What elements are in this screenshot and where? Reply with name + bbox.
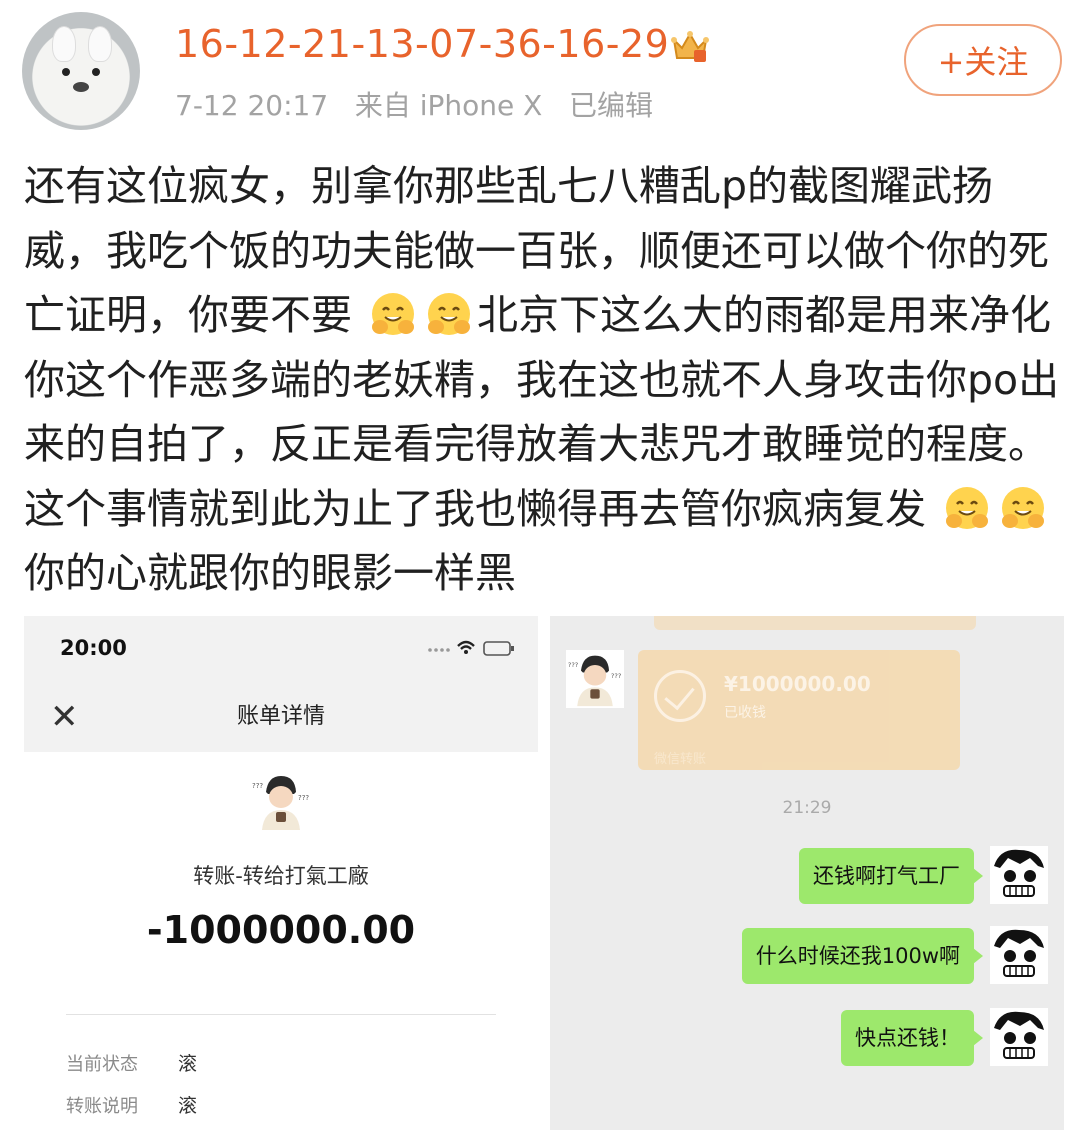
transfer-message-bubble[interactable]: ¥1000000.00 已收钱 微信转账 — [638, 650, 960, 770]
chat-message[interactable]: 快点还钱！ — [841, 1010, 983, 1066]
follow-button[interactable]: +关注 — [904, 24, 1062, 96]
check-mark — [664, 678, 695, 711]
transfer-status: 已收钱 — [724, 705, 766, 721]
grin-hands-emoji-icon — [1002, 486, 1045, 529]
chat-timestamp: 21:29 — [782, 798, 832, 818]
payee-avatar: ??? ??? — [250, 770, 312, 832]
post-source: 来自 iPhone X — [354, 89, 543, 122]
transfer-amount: ¥1000000.00 — [724, 672, 871, 696]
alpaca-ear-left — [52, 26, 76, 62]
previous-message-edge — [654, 616, 976, 630]
my-avatar — [990, 926, 1048, 984]
transfer-description: 转账-转给打氣工廠 — [193, 864, 369, 888]
grin-hands-emoji-icon — [372, 293, 415, 335]
friend-avatar: ??? ??? — [566, 650, 624, 708]
note-value: 滚 — [178, 1095, 198, 1117]
status-label: 当前状态 — [66, 1054, 138, 1075]
username[interactable]: 16-12-21-13-07-36-16-29 — [175, 22, 669, 66]
transfer-amount: -1000000.00 — [146, 908, 416, 952]
svg-text:???: ??? — [298, 794, 309, 802]
grin-hands-emoji-icon — [946, 486, 989, 529]
my-avatar — [990, 846, 1048, 904]
post-meta: 7-12 20:17 来自 iPhone X 已编辑 — [175, 84, 653, 124]
svg-text:???: ??? — [568, 661, 579, 669]
bill-screenshot-image[interactable]: 20:00 账单详情 ✕ ??? ??? 转账-转给打氣工廠 -1000000.… — [24, 616, 538, 1136]
svg-text:???: ??? — [611, 672, 622, 680]
svg-text:???: ??? — [252, 782, 263, 790]
vip-crown-icon — [671, 31, 709, 62]
alpaca-ear-right — [88, 26, 112, 62]
status-icons — [428, 640, 514, 656]
user-avatar[interactable] — [22, 12, 140, 130]
status-value: 滚 — [178, 1053, 198, 1075]
grin-hands-emoji-icon — [428, 293, 471, 335]
chat-message[interactable]: 什么时候还我100w啊 — [741, 928, 984, 984]
close-icon[interactable]: ✕ — [50, 692, 79, 742]
post-time: 7-12 20:17 — [175, 89, 329, 122]
transfer-label: 微信转账 — [654, 752, 707, 767]
alpaca-nose — [73, 82, 89, 92]
status-time: 20:00 — [60, 636, 127, 660]
chat-screenshot-image[interactable]: ??? ??? ¥1000000.00 已收钱 微信转账 21:29 还钱啊打气… — [550, 616, 1064, 1130]
post-text-segment: 你的心就跟你的眼影一样黑 — [24, 549, 516, 597]
my-avatar — [990, 1008, 1048, 1066]
alpaca-eye-right — [92, 68, 100, 76]
edited-label[interactable]: 已编辑 — [569, 89, 653, 122]
divider — [66, 1014, 496, 1015]
check-circle-icon — [654, 670, 706, 722]
chat-message[interactable]: 还钱啊打气工厂 — [799, 848, 983, 904]
page-title: 账单详情 — [236, 704, 325, 729]
note-label: 转账说明 — [66, 1096, 138, 1117]
alpaca-eye-left — [62, 68, 70, 76]
post-body: 还有这位疯女，别拿你那些乱七八糟乱p的截图耀武扬威，我吃个饭的功夫能做一百张，顺… — [24, 154, 1060, 606]
